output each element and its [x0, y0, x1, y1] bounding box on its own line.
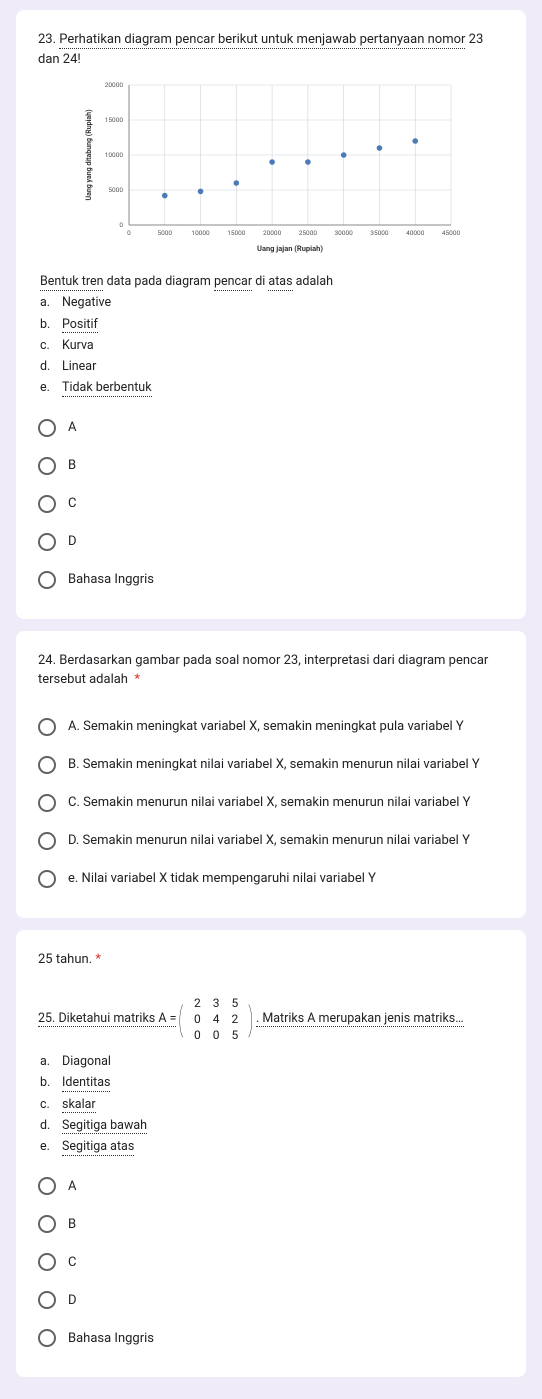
radio-option[interactable]: B [38, 447, 504, 485]
radio-option[interactable]: A. Semakin meningkat variabel X, semakin… [38, 708, 504, 746]
radio-icon [38, 457, 56, 475]
svg-text:Uang yang ditabung (Rupiah): Uang yang ditabung (Rupiah) [85, 109, 93, 201]
matrix-close-paren: ) [249, 1003, 254, 1035]
question-25-card: 25 tahun. * 25. Diketahui matriks A = ( … [16, 930, 526, 1378]
radio-icon [38, 1215, 56, 1233]
radio-icon [38, 832, 56, 850]
radio-option[interactable]: A [38, 409, 504, 447]
required-star: * [95, 952, 101, 967]
svg-text:Uang jajan (Rupiah): Uang jajan (Rupiah) [257, 244, 323, 253]
answer-item: c.skalar [40, 1094, 504, 1115]
svg-text:5000: 5000 [108, 186, 123, 194]
svg-text:30000: 30000 [335, 229, 354, 237]
matrix-table: 235042005 [188, 995, 244, 1043]
radio-option[interactable]: D [38, 523, 504, 561]
svg-text:15000: 15000 [105, 116, 124, 124]
radio-option[interactable]: A [38, 1167, 504, 1205]
radio-label: e. Nilai variabel X tidak mempengaruhi n… [68, 871, 376, 886]
radio-icon [38, 1329, 56, 1347]
radio-option[interactable]: D [38, 1281, 504, 1319]
radio-option[interactable]: C [38, 485, 504, 523]
radio-label: D. Semakin menurun nilai variabel X, sem… [68, 833, 470, 848]
q25-heading: 25 tahun. * [38, 950, 504, 970]
radio-label: Bahasa Inggris [68, 572, 154, 587]
svg-text:5000: 5000 [157, 229, 172, 237]
radio-option[interactable]: C [38, 1243, 504, 1281]
answer-item: b.Positif [40, 314, 504, 335]
svg-text:40000: 40000 [406, 229, 425, 237]
svg-text:15000: 15000 [227, 229, 246, 237]
svg-text:20000: 20000 [105, 81, 124, 89]
answer-item: d.Linear [40, 356, 504, 377]
svg-text:45000: 45000 [442, 229, 461, 237]
answer-item: e.Tidak berbentuk [40, 377, 504, 398]
svg-text:0: 0 [119, 221, 123, 229]
radio-label: A [68, 1179, 76, 1194]
answer-item: a.Negative [40, 292, 504, 313]
required-star: * [134, 672, 140, 687]
radio-label: A [68, 420, 76, 435]
answer-item: b.Identitas [40, 1072, 504, 1093]
answer-item: e.Segitiga atas [40, 1136, 504, 1157]
radio-icon [38, 533, 56, 551]
radio-icon [38, 794, 56, 812]
svg-text:10000: 10000 [105, 151, 124, 159]
question-24-card: 24. Berdasarkan gambar pada soal nomor 2… [16, 631, 526, 918]
radio-icon [38, 495, 56, 513]
answer-item: d.Segitiga bawah [40, 1115, 504, 1136]
radio-icon [38, 1253, 56, 1271]
radio-option[interactable]: B [38, 1205, 504, 1243]
radio-label: C [68, 1255, 76, 1270]
radio-option[interactable]: Bahasa Inggris [38, 561, 504, 599]
radio-icon [38, 1177, 56, 1195]
answer-item: c.Kurva [40, 335, 504, 356]
svg-text:0: 0 [127, 229, 131, 237]
svg-text:10000: 10000 [191, 229, 210, 237]
radio-label: B [68, 458, 76, 473]
radio-option[interactable]: Bahasa Inggris [38, 1319, 504, 1357]
radio-label: D [68, 1293, 77, 1308]
radio-label: B. Semakin meningkat nilai variabel X, s… [68, 757, 480, 772]
radio-icon [38, 718, 56, 736]
radio-label: D [68, 534, 77, 549]
scatter-chart: 0 5000 10000 15000 20000 25000 30000 35000 40000… [81, 77, 461, 257]
radio-option[interactable]: e. Nilai variabel X tidak mempengaruhi n… [38, 860, 504, 898]
q24-title: 24. Berdasarkan gambar pada soal nomor 2… [38, 651, 504, 690]
svg-text:20000: 20000 [263, 229, 282, 237]
radio-label: C. Semakin menurun nilai variabel X, sem… [68, 795, 470, 810]
radio-label: Bahasa Inggris [68, 1331, 154, 1346]
radio-option[interactable]: D. Semakin menurun nilai variabel X, sem… [38, 822, 504, 860]
radio-icon [38, 571, 56, 589]
matrix-open-paren: ( [179, 1003, 184, 1035]
q23-num: 23. [38, 32, 59, 47]
radio-label: A. Semakin meningkat variabel X, semakin… [68, 719, 464, 734]
radio-option[interactable]: B. Semakin meningkat nilai variabel X, s… [38, 746, 504, 784]
radio-icon [38, 870, 56, 888]
q25-prompt: 25. Diketahui matriks A = ( 235042005 ) … [38, 995, 504, 1043]
radio-label: B [68, 1217, 76, 1232]
radio-option[interactable]: C. Semakin menurun nilai variabel X, sem… [38, 784, 504, 822]
q23-title: 23. Perhatikan diagram pencar berikut un… [38, 30, 504, 69]
radio-icon [38, 756, 56, 774]
q23-subprompt: Bentuk tren data pada diagram pencar di … [38, 271, 504, 399]
answer-item: a.Diagonal [40, 1051, 504, 1072]
radio-icon [38, 419, 56, 437]
svg-text:25000: 25000 [299, 229, 318, 237]
question-23-card: 23. Perhatikan diagram pencar berikut un… [16, 10, 526, 619]
svg-text:35000: 35000 [370, 229, 389, 237]
chart-svg: 0 5000 10000 15000 20000 25000 30000 35000 40000… [81, 77, 461, 257]
radio-label: C [68, 496, 76, 511]
radio-icon [38, 1291, 56, 1309]
q23-title-dotted: Perhatikan diagram pencar berikut untuk … [59, 32, 465, 49]
